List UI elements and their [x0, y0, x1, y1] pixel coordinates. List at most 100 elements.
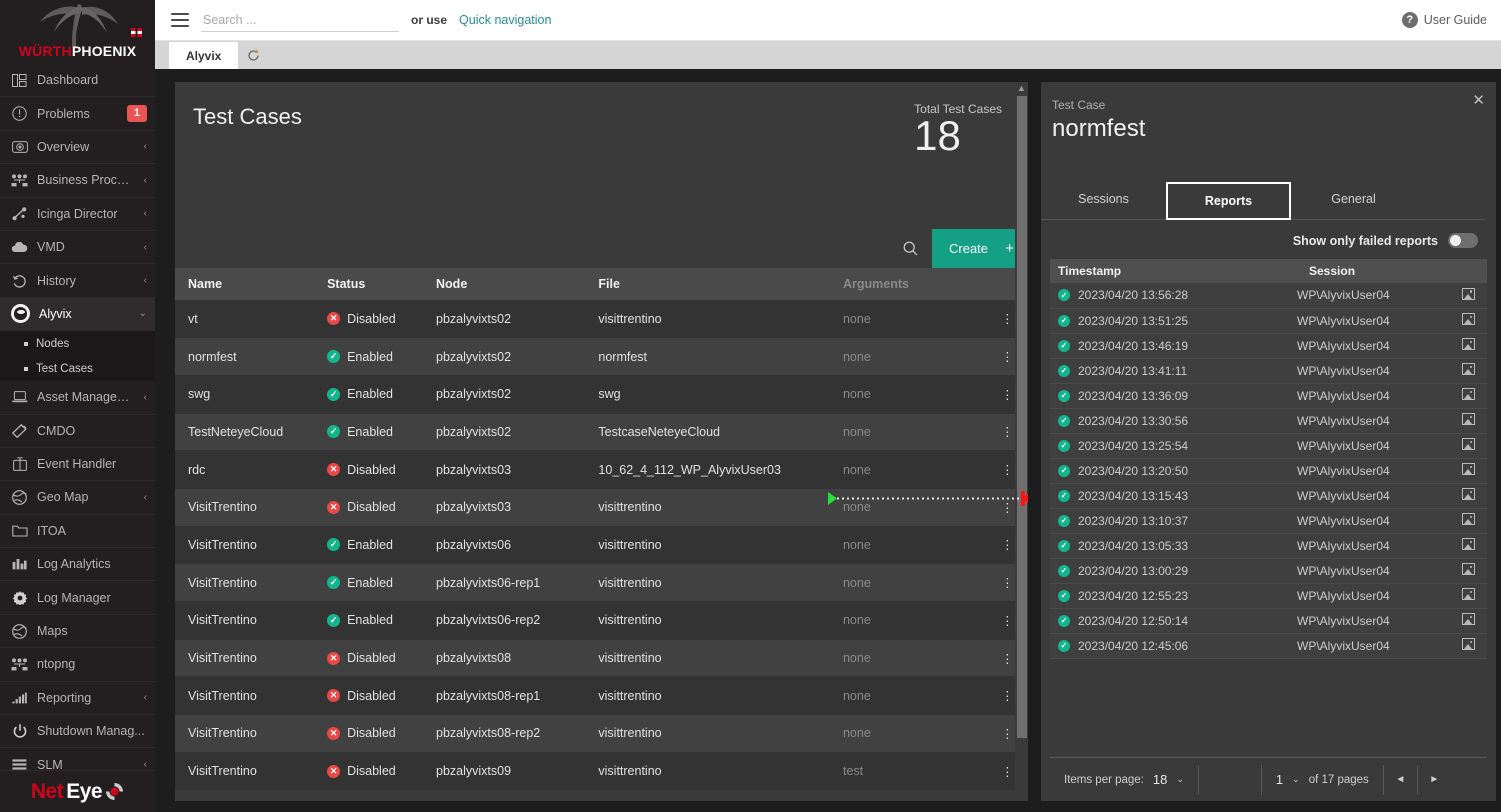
status-disabled-icon: ✕ — [327, 726, 341, 740]
report-row[interactable]: ✓ 2023/04/20 13:05:33 WP\AlyvixUser04 — [1050, 533, 1487, 559]
sidebar-item-event-handler[interactable]: Event Handler — [0, 448, 155, 482]
sidebar-item-test-cases[interactable]: Test Cases — [0, 356, 155, 382]
report-row[interactable]: ✓ 2023/04/20 12:45:06 WP\AlyvixUser04 — [1050, 633, 1487, 659]
failed-reports-toggle[interactable] — [1448, 233, 1478, 248]
user-guide-button[interactable]: ? User Guide — [1401, 12, 1487, 28]
column-header-timestamp[interactable]: Timestamp — [1050, 259, 1297, 283]
chevron-right-icon: ‹ — [143, 174, 147, 186]
sidebar-item-overview[interactable]: Overview ‹ — [0, 131, 155, 165]
table-row[interactable]: VisitTrentino ✓ Enabled pbzalyvixts06-rep2 v… — [175, 601, 1028, 640]
search-input[interactable] — [201, 8, 399, 32]
reload-button[interactable] — [238, 42, 268, 69]
column-header-status[interactable]: Status — [327, 268, 437, 300]
report-row[interactable]: ✓ 2023/04/20 13:15:43 WP\AlyvixUser04 — [1050, 483, 1487, 509]
report-row[interactable]: ✓ 2023/04/20 13:56:28 WP\AlyvixUser04 — [1050, 283, 1487, 309]
sidebar-item-icinga-director[interactable]: Icinga Director ‹ — [0, 198, 155, 231]
sidebar-item-alyvix[interactable]: Alyvix ⌄ — [0, 297, 155, 332]
report-row[interactable]: ✓ 2023/04/20 13:46:19 WP\AlyvixUser04 — [1050, 333, 1487, 359]
cell-report-image[interactable] — [1449, 633, 1487, 659]
cell-report-image[interactable] — [1449, 383, 1487, 409]
cell-report-image[interactable] — [1449, 508, 1487, 534]
column-header-file[interactable]: File — [598, 268, 843, 300]
report-row[interactable]: ✓ 2023/04/20 13:10:37 WP\AlyvixUser04 — [1050, 508, 1487, 534]
sidebar-item-dashboard[interactable]: Dashboard — [0, 64, 155, 98]
table-row[interactable]: swg ✓ Enabled pbzalyvixts02 swg none ⋮ — [175, 375, 1028, 414]
report-row[interactable]: ✓ 2023/04/20 13:36:09 WP\AlyvixUser04 — [1050, 383, 1487, 409]
sidebar-item-reporting[interactable]: Reporting ‹ — [0, 682, 155, 716]
prev-page-button[interactable]: ◄ — [1382, 764, 1417, 795]
quick-navigation-link[interactable]: Quick navigation — [459, 13, 551, 27]
sidebar-item-slm[interactable]: SLM ‹ — [0, 748, 155, 770]
sidebar-item-log-manager[interactable]: Log Manager — [0, 581, 155, 615]
tab-general[interactable]: General — [1291, 182, 1416, 219]
next-page-button[interactable]: ► — [1416, 764, 1451, 795]
sidebar-item-history[interactable]: History ‹ — [0, 264, 155, 298]
table-row[interactable]: VisitTrentino ✕ Disabled pbzalyvixts03 visit… — [175, 488, 1028, 527]
report-row[interactable]: ✓ 2023/04/20 12:55:23 WP\AlyvixUser04 — [1050, 583, 1487, 609]
cell-report-image[interactable] — [1449, 333, 1487, 359]
cell-report-image[interactable] — [1449, 483, 1487, 509]
table-row[interactable]: VisitTrentino ✕ Disabled pbzalyvixts08-rep2… — [175, 714, 1028, 753]
create-button[interactable]: Create + — [932, 229, 1028, 268]
cell-report-image[interactable] — [1449, 458, 1487, 484]
cell-report-image[interactable] — [1449, 533, 1487, 559]
cell-session: WP\AlyvixUser04 — [1297, 633, 1449, 659]
overview-icon — [11, 138, 28, 155]
scroll-up-arrow-icon[interactable]: ▲ — [1015, 82, 1028, 95]
sidebar-item-nodes[interactable]: Nodes — [0, 331, 155, 357]
cell-report-image[interactable] — [1449, 358, 1487, 384]
table-row[interactable]: vt ✕ Disabled pbzalyvixts02 visittrentino non… — [175, 300, 1028, 339]
sidebar-item-geo-map[interactable]: Geo Map ‹ — [0, 481, 155, 515]
main-region: or use Quick navigation ? User Guide Aly… — [155, 0, 1501, 812]
hamburger-menu-icon[interactable] — [171, 13, 189, 27]
cell-report-image[interactable] — [1449, 433, 1487, 459]
column-header-name[interactable]: Name — [175, 268, 328, 300]
cell-report-image[interactable] — [1449, 583, 1487, 609]
table-row[interactable]: rdc ✕ Disabled pbzalyvixts03 10_62_4_112_WP_… — [175, 450, 1028, 489]
table-row[interactable]: normfest ✓ Enabled pbzalyvixts02 normfest non… — [175, 337, 1028, 376]
scrollbar-thumb[interactable] — [1017, 96, 1027, 738]
table-row[interactable]: VisitTrentino ✓ Enabled pbzalyvixts06-rep1 v… — [175, 563, 1028, 602]
table-search-button[interactable] — [888, 229, 932, 268]
table-row[interactable]: VisitTrentino ✕ Disabled pbzalyvixts09 visit… — [175, 752, 1028, 791]
cell-session: WP\AlyvixUser04 — [1297, 333, 1449, 359]
sidebar-item-problems[interactable]: Problems 1 — [0, 97, 155, 131]
cell-name: VisitTrentino — [175, 752, 328, 791]
report-row[interactable]: ✓ 2023/04/20 13:00:29 WP\AlyvixUser04 — [1050, 558, 1487, 584]
column-header-session[interactable]: Session — [1297, 259, 1449, 283]
sidebar-item-maps[interactable]: Maps — [0, 615, 155, 649]
column-header-arguments[interactable]: Arguments — [842, 268, 987, 300]
sidebar-item-business-process[interactable]: Business Process... ‹ — [0, 164, 155, 198]
report-row[interactable]: ✓ 2023/04/20 13:25:54 WP\AlyvixUser04 — [1050, 433, 1487, 459]
cell-report-image[interactable] — [1449, 558, 1487, 584]
column-header-node[interactable]: Node — [436, 268, 599, 300]
report-row[interactable]: ✓ 2023/04/20 13:51:25 WP\AlyvixUser04 — [1050, 308, 1487, 334]
sidebar-item-log-analytics[interactable]: Log Analytics — [0, 548, 155, 582]
sidebar-item-shutdown-manager[interactable]: Shutdown Manag... — [0, 715, 155, 749]
table-row[interactable]: VisitTrentino ✕ Disabled pbzalyvixts08 visit… — [175, 639, 1028, 678]
sidebar-item-cmdo[interactable]: CMDO — [0, 415, 155, 448]
cell-report-image[interactable] — [1449, 608, 1487, 634]
close-icon[interactable]: ✕ — [1472, 93, 1485, 108]
main-scrollbar[interactable]: ▲ — [1015, 82, 1028, 801]
sidebar-item-itoa[interactable]: ITOA — [0, 515, 155, 549]
report-row[interactable]: ✓ 2023/04/20 13:20:50 WP\AlyvixUser04 — [1050, 458, 1487, 484]
report-row[interactable]: ✓ 2023/04/20 13:30:56 WP\AlyvixUser04 — [1050, 408, 1487, 434]
cell-report-image[interactable] — [1449, 308, 1487, 334]
report-row[interactable]: ✓ 2023/04/20 13:41:11 WP\AlyvixUser04 — [1050, 358, 1487, 384]
cell-report-image[interactable] — [1449, 408, 1487, 434]
tab-reports[interactable]: Reports — [1166, 182, 1291, 220]
table-row[interactable]: VisitTrentino ✕ Disabled pbzalyvixts08-rep1… — [175, 676, 1028, 716]
sidebar-item-vmd[interactable]: VMD ‹ — [0, 231, 155, 265]
items-per-page-control[interactable]: Items per page: 18 ⌄ — [1050, 764, 1199, 795]
table-row[interactable]: TestNeteyeCloud ✓ Enabled pbzalyvixts02 Test… — [175, 413, 1028, 452]
tab-alyvix[interactable]: Alyvix — [169, 42, 239, 69]
page-select-control[interactable]: 1 ⌄ of 17 pages — [1260, 764, 1383, 795]
cell-timestamp: ✓ 2023/04/20 13:00:29 — [1050, 558, 1297, 584]
report-row[interactable]: ✓ 2023/04/20 12:50:14 WP\AlyvixUser04 — [1050, 608, 1487, 634]
tab-sessions[interactable]: Sessions — [1041, 182, 1166, 219]
sidebar-item-asset-management[interactable]: Asset Management ‹ — [0, 381, 155, 415]
table-row[interactable]: VisitTrentino ✓ Enabled pbzalyvixts06 visitt… — [175, 526, 1028, 565]
cell-report-image[interactable] — [1449, 283, 1487, 309]
sidebar-item-ntopng[interactable]: ntopng — [0, 648, 155, 682]
